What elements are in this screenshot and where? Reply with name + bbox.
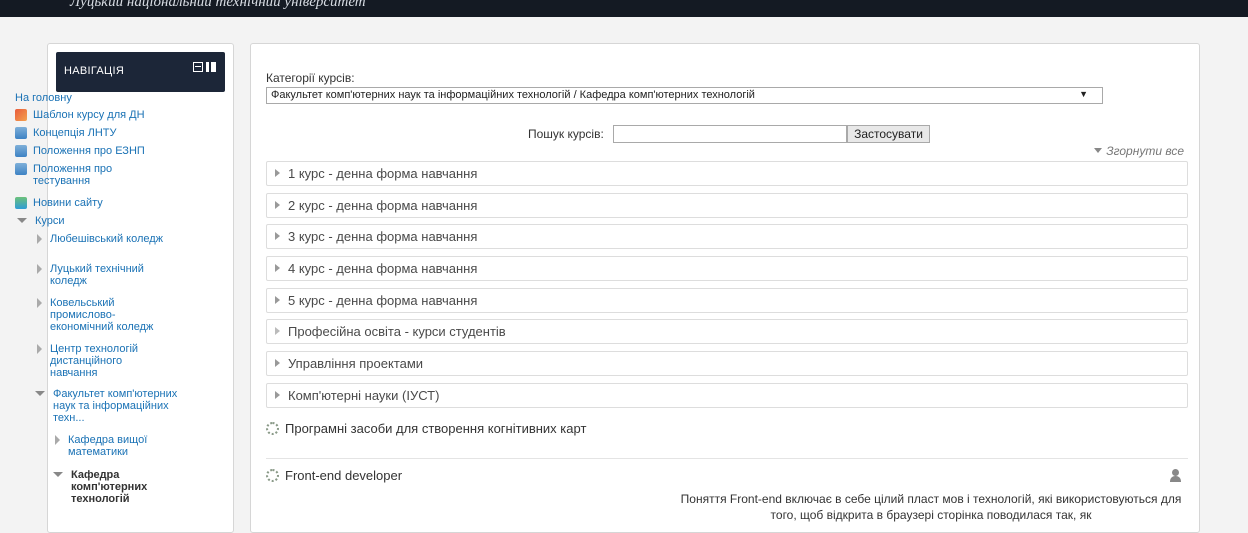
nav-course-faculty-cs[interactable]: Факультет комп'ютерних наук та інформаці… — [33, 388, 181, 424]
nav-dept-label-current: Кафедра комп'ютерних технологій — [71, 469, 148, 505]
navigation-header: НАВІГАЦІЯ — [56, 52, 225, 92]
course-item: Front-end developer — [266, 469, 1188, 484]
category-row[interactable]: Професійна освіта - курси студентів — [266, 319, 1188, 344]
nav-item-label: Положення про тестування — [33, 163, 113, 187]
course-item: Програмні засоби для створення когнітивн… — [266, 422, 1188, 437]
search-label: Пошук курсів: — [528, 127, 604, 141]
category-row[interactable]: 2 курс - денна форма навчання — [266, 193, 1188, 218]
collapsed-arrow-icon — [37, 298, 42, 308]
category-name: 2 курс - денна форма навчання — [288, 198, 478, 213]
collapsed-arrow-icon — [275, 232, 280, 240]
category-select[interactable]: Факультет комп'ютерних наук та інформаці… — [266, 87, 1103, 104]
nav-course-lutsk-technical[interactable]: Луцький технічний коледж — [33, 263, 165, 287]
nav-item-site-news[interactable]: Новини сайту — [15, 197, 103, 209]
category-row[interactable]: Комп'ютерні науки (ІУСТ) — [266, 383, 1188, 408]
collapsed-arrow-icon — [275, 296, 280, 304]
course-title-link[interactable]: Front-end developer — [285, 469, 402, 482]
category-name: 4 курс - денна форма навчання — [288, 261, 478, 276]
nav-courses-label: Курси — [35, 215, 65, 227]
nav-item-label: Концепція ЛНТУ — [33, 127, 117, 139]
collapsed-arrow-icon — [37, 234, 42, 244]
collapsed-arrow-icon — [275, 391, 280, 399]
course-icon — [266, 469, 279, 482]
move-block-icon[interactable] — [206, 62, 216, 72]
nav-item-regulation-eznp[interactable]: Положення про ЕЗНП — [15, 145, 145, 157]
collapse-all-link[interactable]: Згорнути все — [1094, 144, 1184, 158]
dock-block-icon[interactable] — [193, 62, 203, 72]
nav-courses-node[interactable]: Курси — [15, 215, 65, 227]
empty-category-arrow-icon — [275, 327, 280, 335]
category-row[interactable]: 1 курс - денна форма навчання — [266, 161, 1188, 186]
nav-course-label: Ковельський промислово-економічний колед… — [50, 297, 154, 333]
nav-course-distance-center[interactable]: Центр технологій дистанційного навчання — [33, 343, 165, 379]
collapse-arrow-icon — [1094, 148, 1103, 153]
nav-course-kovel[interactable]: Ковельський промислово-економічний колед… — [33, 297, 178, 333]
main-region: Категорії курсів: Факультет комп'ютерних… — [250, 43, 1200, 533]
collapse-all-label: Згорнути все — [1106, 144, 1184, 158]
course-icon — [266, 422, 279, 435]
category-name: Комп'ютерні науки (ІУСТ) — [288, 388, 440, 403]
category-name: 5 курс - денна форма навчання — [288, 293, 478, 308]
nav-course-label: Луцький технічний коледж — [50, 263, 144, 287]
nav-item-label: Новини сайту — [33, 197, 103, 209]
nav-item-template[interactable]: Шаблон курсу для ДН — [15, 109, 145, 121]
search-apply-button[interactable]: Застосувати — [847, 125, 930, 143]
nav-home-label: На головну — [15, 92, 72, 104]
nav-dept-computer-tech[interactable]: Кафедра комп'ютерних технологій — [51, 469, 171, 505]
document-icon — [15, 127, 27, 139]
category-name: 3 курс - денна форма навчання — [288, 229, 478, 244]
nav-item-concept[interactable]: Концепція ЛНТУ — [15, 127, 116, 139]
category-name: Професійна освіта - курси студентів — [288, 324, 506, 339]
category-row[interactable]: Управління проектами — [266, 351, 1188, 376]
nav-course-label: Факультет комп'ютерних наук та інформаці… — [53, 388, 178, 424]
category-selected-value: Факультет комп'ютерних наук та інформаці… — [271, 89, 755, 101]
document-icon — [15, 145, 27, 157]
category-name: Управління проектами — [288, 356, 424, 371]
category-label: Категорії курсів: — [266, 71, 355, 85]
collapsed-arrow-icon — [275, 169, 280, 177]
pdf-icon — [15, 109, 27, 121]
category-name: 1 курс - денна форма навчання — [288, 166, 478, 181]
collapsed-arrow-icon — [275, 359, 280, 367]
nav-item-label: Шаблон курсу для ДН — [33, 109, 145, 121]
category-row[interactable]: 5 курс - денна форма навчання — [266, 288, 1188, 313]
category-row[interactable]: 3 курс - денна форма навчання — [266, 224, 1188, 249]
collapsed-arrow-icon — [275, 264, 280, 272]
nav-dept-higher-math[interactable]: Кафедра вищої математики — [51, 434, 168, 458]
nav-item-regulation-testing[interactable]: Положення про тестування — [15, 163, 143, 187]
site-title[interactable]: Луцький національний технічний університ… — [70, 0, 366, 11]
nav-course-label: Центр технологій дистанційного навчання — [50, 343, 139, 379]
category-row[interactable]: 4 курс - денна форма навчання — [266, 256, 1188, 281]
nav-item-label: Положення про ЕЗНП — [33, 145, 145, 157]
nav-home-link[interactable]: На головну — [15, 92, 72, 104]
course-title-link[interactable]: Програмні засоби для створення когнітивн… — [285, 422, 625, 435]
collapsed-arrow-icon — [55, 435, 60, 445]
site-header: Луцький національний технічний університ… — [0, 0, 1248, 17]
collapsed-arrow-icon — [37, 344, 42, 354]
collapsed-arrow-icon — [37, 264, 42, 274]
navigation-title: НАВІГАЦІЯ — [64, 65, 125, 77]
news-icon — [15, 197, 27, 209]
course-summary: Поняття Front-end включає в себе цілий п… — [680, 492, 1182, 522]
course-search-input[interactable] — [613, 125, 847, 143]
nav-course-label: Любешівський коледж — [50, 233, 164, 245]
teacher-user-icon — [1169, 469, 1182, 482]
expanded-arrow-icon — [17, 218, 27, 223]
nav-dept-label: Кафедра вищої математики — [68, 434, 148, 458]
course-divider — [266, 458, 1188, 459]
expanded-arrow-icon — [35, 391, 45, 396]
expanded-arrow-icon — [53, 472, 63, 477]
collapsed-arrow-icon — [275, 201, 280, 209]
document-icon — [15, 163, 27, 175]
dropdown-arrow-icon: ▼ — [1079, 89, 1088, 99]
nav-course-lubeshiv[interactable]: Любешівський коледж — [33, 233, 165, 245]
